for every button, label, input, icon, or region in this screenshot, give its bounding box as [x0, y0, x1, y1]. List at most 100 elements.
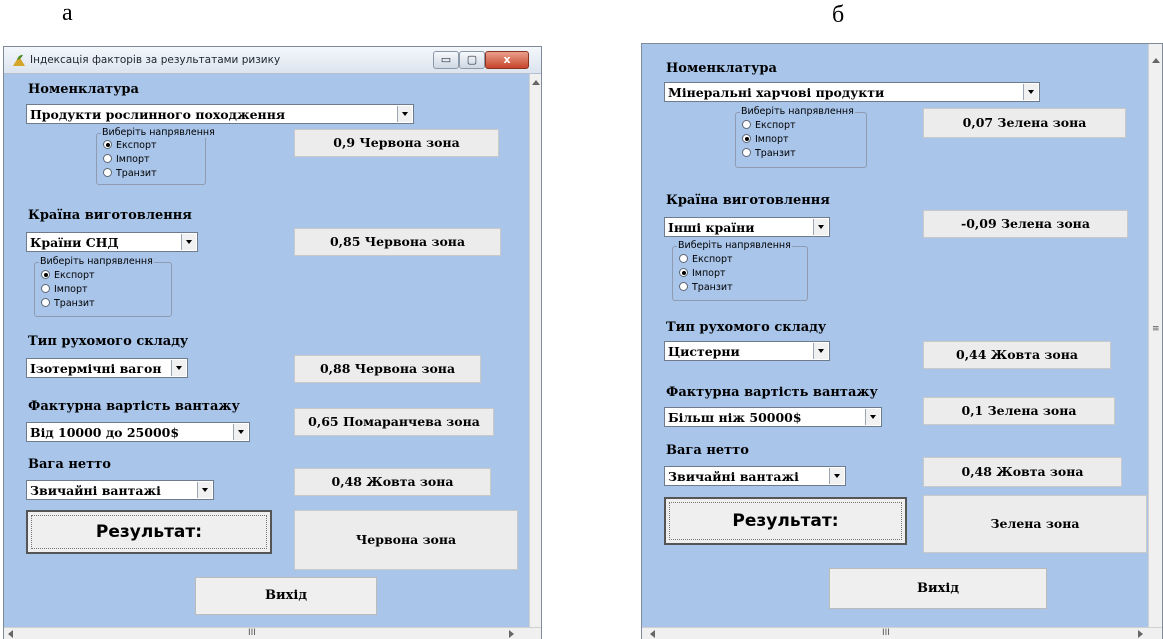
- radio-export[interactable]: Експорт: [742, 120, 796, 131]
- result-button[interactable]: Результат:: [664, 497, 907, 545]
- direction-group-1: Виберіть напрявлення Експорт Імпорт Тран…: [96, 127, 216, 185]
- vertical-scrollbar[interactable]: ≡: [1148, 44, 1162, 627]
- chevron-down-icon[interactable]: [813, 219, 828, 235]
- radio-icon: [679, 282, 688, 291]
- chevron-down-icon[interactable]: [197, 482, 212, 498]
- chevron-down-icon[interactable]: [397, 106, 412, 122]
- result-total: Зелена зона: [923, 495, 1147, 553]
- window-b: Номенклатура Мінеральні харчові продукти…: [642, 44, 1162, 639]
- stock-select[interactable]: Цистерни: [664, 341, 830, 361]
- close-button[interactable]: x: [485, 51, 529, 69]
- country-select[interactable]: Країни СНД: [26, 232, 198, 252]
- nomenclature-value: Мінеральні харчові продукти: [668, 85, 885, 100]
- radio-export[interactable]: Експорт: [679, 254, 733, 265]
- radio-icon: [742, 120, 751, 129]
- nomenclature-label: Номенклатура: [666, 61, 777, 76]
- stock-select[interactable]: Ізотермічні вагон: [26, 358, 188, 378]
- cost-label: Фактурна вартість вантажу: [666, 385, 878, 400]
- radio-transit[interactable]: Транзит: [679, 282, 733, 293]
- result-button[interactable]: Результат:: [26, 510, 272, 554]
- cost-value: Від 10000 до 25000$: [30, 425, 180, 440]
- scroll-right-icon[interactable]: [1138, 630, 1143, 638]
- horizontal-scrollbar[interactable]: III: [4, 627, 541, 639]
- window-a: Індексація факторів за результатами ризи…: [4, 47, 541, 639]
- radio-transit[interactable]: Транзит: [103, 168, 157, 179]
- weight-select[interactable]: Звичайні вантажі: [26, 480, 214, 500]
- country-select[interactable]: Інші країни: [664, 217, 830, 237]
- cost-select[interactable]: Від 10000 до 25000$: [26, 422, 250, 442]
- scroll-left-icon[interactable]: [8, 630, 13, 638]
- country-label: Країна виготовлення: [666, 193, 830, 208]
- radio-label: Експорт: [116, 140, 157, 151]
- cost-label: Фактурна вартість вантажу: [28, 399, 240, 414]
- scroll-up-icon[interactable]: [1152, 58, 1160, 63]
- radio-import[interactable]: Імпорт: [41, 284, 88, 295]
- radio-label: Транзит: [54, 298, 95, 309]
- chevron-down-icon[interactable]: [829, 468, 844, 484]
- figure-letter-a: а: [62, 0, 73, 26]
- direction-group-legend: Виберіть напрявлення: [39, 256, 154, 267]
- nomenclature-select[interactable]: Продукти рослинного походження: [26, 104, 414, 124]
- direction-group-legend: Виберіть напрявлення: [677, 240, 792, 251]
- figure-letter-b: б: [832, 2, 845, 28]
- nomenclature-select[interactable]: Мінеральні харчові продукти: [664, 82, 1040, 102]
- radio-icon: [742, 148, 751, 157]
- scroll-grip[interactable]: III: [882, 628, 890, 638]
- chevron-down-icon[interactable]: [1023, 84, 1038, 100]
- chevron-down-icon[interactable]: [171, 360, 186, 376]
- scroll-grip[interactable]: ≡: [1152, 324, 1160, 334]
- maximize-icon: ▢: [466, 53, 478, 66]
- chevron-down-icon[interactable]: [181, 234, 196, 250]
- minimize-button[interactable]: ▭: [433, 51, 459, 69]
- result-country: -0,09 Зелена зона: [923, 210, 1128, 238]
- horizontal-scrollbar[interactable]: III: [642, 627, 1162, 639]
- scroll-grip[interactable]: III: [248, 628, 256, 638]
- radio-selected-icon: [41, 270, 50, 279]
- result-stock: 0,88 Червона зона: [294, 355, 481, 383]
- stock-value: Ізотермічні вагон: [30, 361, 162, 376]
- radio-import[interactable]: Імпорт: [742, 134, 789, 145]
- weight-select[interactable]: Звичайні вантажі: [664, 466, 846, 486]
- exit-button[interactable]: Вихід: [829, 568, 1047, 609]
- focus-ring: [31, 515, 267, 549]
- stock-value: Цистерни: [668, 344, 740, 359]
- radio-transit[interactable]: Транзит: [742, 148, 796, 159]
- radio-import[interactable]: Імпорт: [103, 154, 150, 165]
- cost-select[interactable]: Більш ніж 50000$: [664, 407, 882, 427]
- vertical-scrollbar[interactable]: [529, 74, 541, 627]
- chevron-down-icon[interactable]: [233, 424, 248, 440]
- chevron-down-icon[interactable]: [813, 343, 828, 359]
- nomenclature-value: Продукти рослинного походження: [30, 107, 286, 122]
- radio-label: Транзит: [755, 148, 796, 159]
- radio-label: Транзит: [116, 168, 157, 179]
- minimize-icon: ▭: [440, 53, 452, 66]
- exit-button[interactable]: Вихід: [195, 577, 377, 615]
- radio-export[interactable]: Експорт: [103, 140, 157, 151]
- radio-export[interactable]: Експорт: [41, 270, 95, 281]
- radio-selected-icon: [679, 268, 688, 277]
- direction-group-legend: Виберіть напрявлення: [740, 106, 855, 117]
- result-nomenclature: 0,9 Червона зона: [294, 129, 499, 157]
- radio-label: Імпорт: [54, 284, 88, 295]
- chevron-down-icon[interactable]: [865, 409, 880, 425]
- result-nomenclature: 0,07 Зелена зона: [923, 108, 1126, 138]
- radio-label: Транзит: [692, 282, 733, 293]
- radio-transit[interactable]: Транзит: [41, 298, 95, 309]
- direction-group-2: Виберіть напрявлення Експорт Імпорт Тран…: [672, 240, 808, 301]
- scroll-up-icon[interactable]: [532, 80, 540, 85]
- radio-label: Імпорт: [692, 268, 726, 279]
- country-value: Країни СНД: [30, 235, 119, 250]
- close-icon: x: [503, 53, 511, 66]
- maximize-button[interactable]: ▢: [459, 51, 485, 69]
- radio-icon: [103, 154, 112, 163]
- radio-label: Експорт: [755, 120, 796, 131]
- direction-group-2: Виберіть напрявлення Експорт Імпорт Тран…: [34, 256, 172, 317]
- scroll-left-icon[interactable]: [650, 630, 655, 638]
- radio-icon: [41, 298, 50, 307]
- radio-import[interactable]: Імпорт: [679, 268, 726, 279]
- window-a-titlebar[interactable]: Індексація факторів за результатами ризи…: [4, 47, 541, 74]
- cost-value: Більш ніж 50000$: [668, 410, 802, 425]
- result-country: 0,85 Червона зона: [294, 228, 501, 256]
- radio-label: Експорт: [692, 254, 733, 265]
- scroll-right-icon[interactable]: [509, 630, 514, 638]
